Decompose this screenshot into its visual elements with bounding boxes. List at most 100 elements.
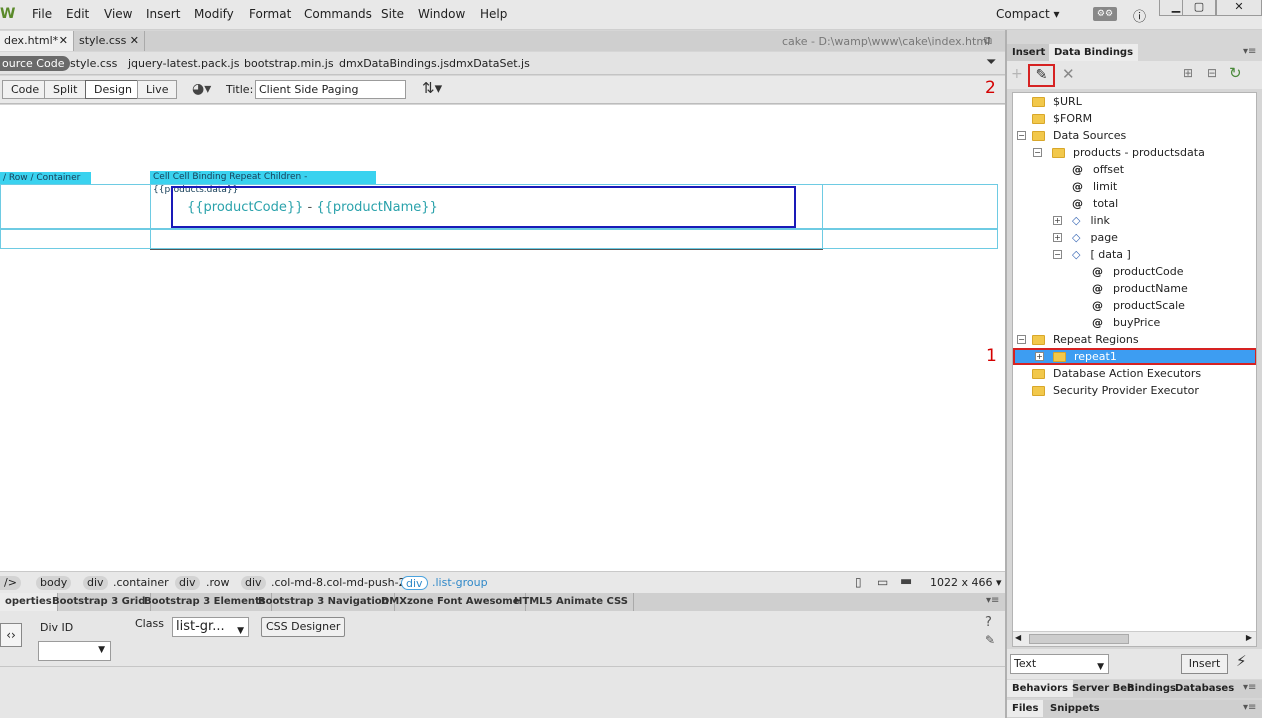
panel-menu-icon[interactable]: ▾≡	[1243, 702, 1256, 713]
design-canvas[interactable]: / Row / Container Cell Cell Binding Repe…	[0, 105, 1005, 571]
tab-style-css[interactable]: style.css ✕	[75, 31, 145, 51]
design-view-button[interactable]: Design	[85, 80, 141, 99]
collapse-icon[interactable]: −	[1017, 335, 1026, 344]
tree-item-page[interactable]: ◇ page	[1072, 229, 1118, 246]
maximize-button[interactable]: ▢	[1182, 0, 1216, 16]
filter-icon[interactable]: ⏷	[986, 55, 996, 70]
tab-index-html[interactable]: dex.html* ✕	[0, 31, 74, 51]
delete-binding-icon[interactable]: ✕	[1062, 65, 1075, 83]
tag-class-list-group[interactable]: .list-group	[432, 576, 488, 589]
panel-menu-icon[interactable]: ▾≡	[1243, 46, 1256, 57]
quick-edit-icon[interactable]: ✎	[985, 633, 995, 647]
related-jquery[interactable]: jquery-latest.pack.js	[128, 57, 239, 70]
tree-item-url[interactable]: $URL	[1032, 93, 1082, 110]
tree-item-data-sources[interactable]: Data Sources	[1032, 127, 1126, 144]
expand-icon[interactable]: +	[1035, 352, 1044, 361]
menu-file[interactable]: File	[32, 7, 52, 21]
tag-div-4[interactable]: div	[401, 576, 428, 590]
tree-item-productname[interactable]: @ productName	[1092, 280, 1188, 297]
title-input[interactable]: Client Side Paging	[255, 80, 406, 99]
menu-format[interactable]: Format	[249, 7, 291, 21]
tag-class-row[interactable]: .row	[206, 576, 230, 589]
refresh-icon[interactable]: ↻	[1229, 64, 1242, 82]
globe-icon[interactable]: ◕▾	[192, 81, 211, 97]
class-select[interactable]: list-gr... ▼	[172, 617, 249, 637]
tablet-size-icon[interactable]: ▭	[877, 575, 888, 589]
tab-insert[interactable]: Insert	[1007, 44, 1051, 61]
mobile-size-icon[interactable]: ▯	[855, 575, 862, 589]
tree-item-repeat1[interactable]: + repeat1	[1013, 348, 1256, 365]
related-bootstrap[interactable]: bootstrap.min.js	[244, 57, 334, 70]
menu-edit[interactable]: Edit	[66, 7, 89, 21]
extensions-icon[interactable]: ⚙⚙	[1093, 7, 1117, 21]
tree-item-productcode[interactable]: @ productCode	[1092, 263, 1183, 280]
collapse-icon[interactable]: −	[1017, 131, 1026, 140]
tree-item-security-executor[interactable]: Security Provider Executor	[1032, 382, 1199, 399]
tree-item-repeat-regions[interactable]: Repeat Regions	[1032, 331, 1139, 348]
tag-div-1[interactable]: div	[83, 576, 108, 590]
expand-all-icon[interactable]: ⊞	[1183, 66, 1193, 80]
code-view-button[interactable]: Code	[2, 80, 49, 99]
tab-files[interactable]: Files	[1007, 700, 1044, 717]
related-dmxdataset[interactable]: dmxDataSet.js	[449, 57, 530, 70]
tab-bootstrap-grid[interactable]: Bootstrap 3 Grid	[47, 593, 152, 611]
window-size[interactable]: 1022 x 466 ▾	[930, 576, 1002, 589]
menu-insert[interactable]: Insert	[146, 7, 180, 21]
tag-root[interactable]: />	[0, 576, 21, 590]
close-icon[interactable]: ✕	[130, 31, 139, 51]
related-source-code[interactable]: ource Code	[0, 56, 71, 71]
expand-icon[interactable]: +	[1053, 233, 1062, 242]
edit-binding-icon[interactable]: ✎	[1028, 64, 1055, 87]
collapse-icon[interactable]: −	[1053, 250, 1062, 259]
magic-wand-icon[interactable]: ⚡	[1236, 652, 1247, 670]
tab-snippets[interactable]: Snippets	[1045, 700, 1105, 717]
close-window-button[interactable]: ✕	[1216, 0, 1262, 16]
tab-data-bindings[interactable]: Data Bindings	[1049, 44, 1139, 61]
workspace-switcher[interactable]: Compact ▾	[996, 7, 1060, 21]
tag-class-col[interactable]: .col-md-8.col-md-push-2	[271, 576, 406, 589]
collapse-all-icon[interactable]: ⊟	[1207, 66, 1217, 80]
tag-div-2[interactable]: div	[175, 576, 200, 590]
help-icon[interactable]: ?	[985, 615, 992, 630]
cell-binding-label[interactable]: Cell Cell Binding Repeat Children - {{pr…	[150, 171, 376, 195]
binding-type-select[interactable]: Text ▼	[1010, 654, 1109, 674]
tag-class-container[interactable]: .container	[113, 576, 169, 589]
panel-menu-icon[interactable]: ▾≡	[986, 595, 999, 606]
tab-databases[interactable]: Databases	[1170, 680, 1239, 697]
restore-icon[interactable]: ⧉	[984, 34, 992, 48]
tree-item-total[interactable]: @ total	[1072, 195, 1118, 212]
tag-div-3[interactable]: div	[241, 576, 266, 590]
tab-font-awesome[interactable]: DMXzone Font Awesome	[376, 593, 526, 611]
close-icon[interactable]: ✕	[59, 31, 68, 51]
tree-item-products[interactable]: products - productsdata	[1052, 144, 1205, 161]
related-style-css[interactable]: style.css	[70, 57, 117, 70]
tree-item-offset[interactable]: @ offset	[1072, 161, 1124, 178]
insert-button[interactable]: Insert	[1181, 654, 1228, 674]
collapse-icon[interactable]: −	[1033, 148, 1042, 157]
tab-bootstrap-navigation[interactable]: Bootstrap 3 Navigation	[253, 593, 395, 611]
tab-animate-css[interactable]: HTML5 Animate CSS	[509, 593, 634, 611]
bindings-tree[interactable]: $URL $FORM − Data Sources − products - p…	[1012, 92, 1257, 647]
divid-select[interactable]: ▼	[38, 641, 111, 661]
add-binding-icon[interactable]: +	[1011, 66, 1023, 82]
related-dmxdatabindings[interactable]: dmxDataBindings.js	[339, 57, 449, 70]
tree-item-db-executors[interactable]: Database Action Executors	[1032, 365, 1201, 382]
menu-commands[interactable]: Commands	[304, 7, 372, 21]
horizontal-scrollbar[interactable]: ◀ ▶	[1013, 631, 1256, 646]
menu-modify[interactable]: Modify	[194, 7, 234, 21]
menu-view[interactable]: View	[104, 7, 132, 21]
menu-site[interactable]: Site	[381, 7, 404, 21]
css-designer-button[interactable]: CSS Designer	[261, 617, 346, 637]
code-tag-icon[interactable]: ‹›	[0, 623, 22, 647]
tab-behaviors[interactable]: Behaviors	[1007, 680, 1073, 697]
tree-item-productscale[interactable]: @ productScale	[1092, 297, 1185, 314]
tag-body[interactable]: body	[36, 576, 72, 590]
tree-item-buyprice[interactable]: @ buyPrice	[1092, 314, 1160, 331]
split-view-button[interactable]: Split	[44, 80, 87, 99]
live-view-button[interactable]: Live	[137, 80, 178, 99]
panel-menu-icon[interactable]: ▾≡	[1243, 682, 1256, 693]
expand-icon[interactable]: +	[1053, 216, 1062, 225]
scrollbar-thumb[interactable]	[1029, 634, 1129, 644]
scroll-left-icon[interactable]: ◀	[1015, 633, 1021, 642]
tree-item-form[interactable]: $FORM	[1032, 110, 1092, 127]
